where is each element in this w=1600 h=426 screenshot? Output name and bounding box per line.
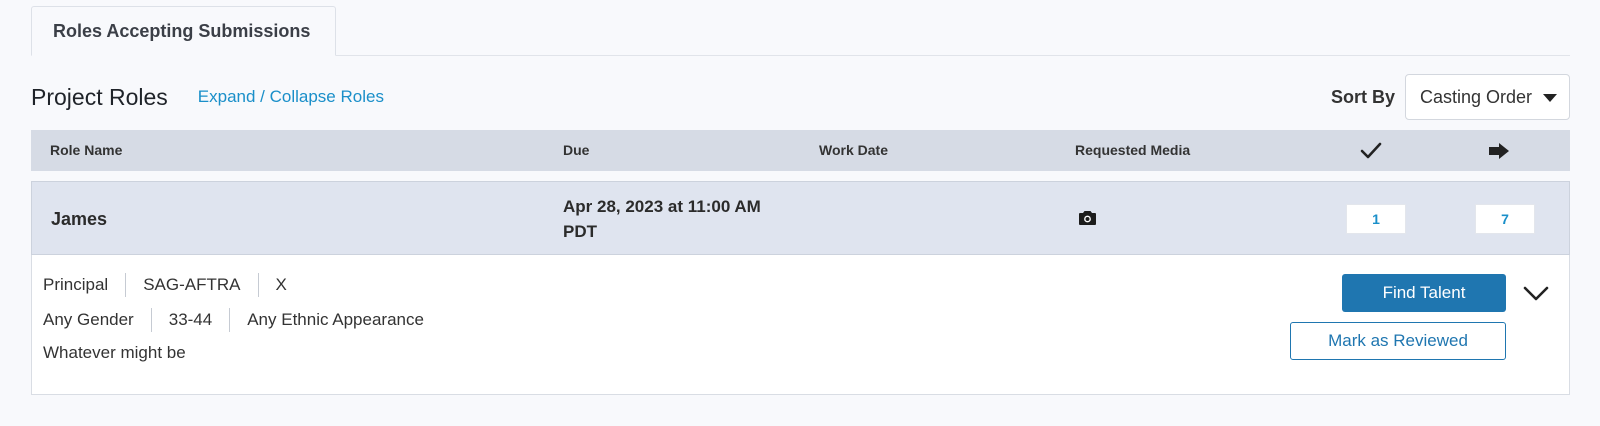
sort-by-select[interactable]: Casting Order	[1405, 74, 1570, 120]
role-attributes-line-2: Any Gender 33-44 Any Ethnic Appearance	[43, 308, 424, 332]
tab-label: Roles Accepting Submissions	[53, 20, 311, 41]
camera-icon	[1078, 210, 1097, 231]
table-row[interactable]: James Apr 28, 2023 at 11:00 AM PDT 1 7	[31, 181, 1570, 255]
submitted-count-badge[interactable]: 7	[1475, 204, 1535, 234]
project-roles-header: Project Roles Expand / Collapse Roles So…	[31, 74, 1570, 120]
tab-roles-accepting-submissions[interactable]: Roles Accepting Submissions	[31, 6, 336, 56]
role-age-range: 33-44	[168, 310, 213, 329]
tab-bar: Roles Accepting Submissions	[31, 6, 1570, 56]
roles-table-header: Role Name Due Work Date Requested Media	[31, 130, 1570, 171]
mark-as-reviewed-button[interactable]: Mark as Reviewed	[1290, 322, 1506, 360]
chevron-down-icon[interactable]	[1522, 285, 1550, 308]
expand-collapse-roles-link[interactable]: Expand / Collapse Roles	[198, 87, 384, 107]
caret-down-icon	[1543, 94, 1557, 102]
role-name[interactable]: James	[51, 182, 107, 256]
column-header-role-name: Role Name	[50, 142, 123, 158]
sort-by-value: Casting Order	[1420, 86, 1533, 107]
sort-control: Sort By Casting Order	[1331, 74, 1570, 120]
role-type: Principal	[43, 275, 109, 294]
divider	[150, 308, 152, 332]
role-description: Whatever might be	[43, 343, 186, 363]
role-due-date: Apr 28, 2023 at 11:00 AM PDT	[563, 194, 761, 244]
role-ethnicity: Any Ethnic Appearance	[247, 310, 424, 329]
column-header-due: Due	[563, 142, 590, 158]
role-extra: X	[275, 275, 287, 294]
role-gender: Any Gender	[43, 310, 134, 329]
arrow-right-icon	[1479, 130, 1519, 171]
page-title: Project Roles	[31, 83, 168, 110]
find-talent-button[interactable]: Find Talent	[1342, 274, 1506, 312]
role-union: SAG-AFTRA	[143, 275, 241, 294]
divider	[125, 273, 127, 297]
role-attributes-line-1: Principal SAG-AFTRA X	[43, 273, 287, 297]
column-header-work-date: Work Date	[819, 142, 888, 158]
role-due-datetime: Apr 28, 2023 at 11:00 AM	[563, 197, 761, 216]
sort-by-label: Sort By	[1330, 86, 1395, 107]
role-description-text: Whatever might be	[43, 343, 186, 362]
role-details-panel: Principal SAG-AFTRA X Any Gender 33-44 A…	[31, 255, 1570, 395]
role-due-timezone: PDT	[563, 222, 597, 241]
checkmark-icon	[1351, 130, 1391, 171]
divider	[257, 273, 259, 297]
selected-count-badge[interactable]: 1	[1346, 204, 1406, 234]
divider	[229, 308, 231, 332]
column-header-requested-media: Requested Media	[1075, 142, 1191, 158]
